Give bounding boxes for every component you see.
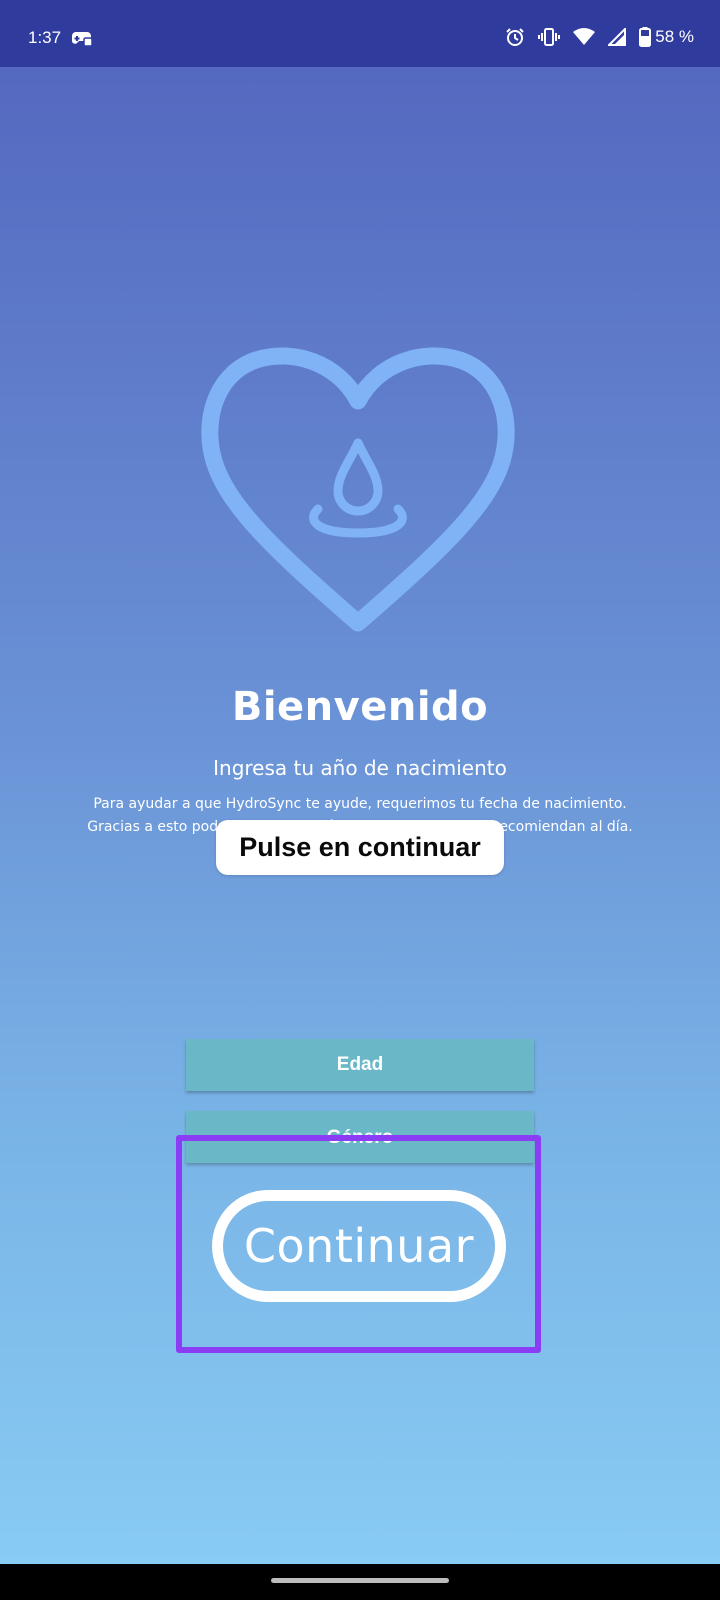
welcome-title: Bienvenido <box>231 684 489 730</box>
age-button[interactable]: Edad <box>186 1039 534 1091</box>
alarm-icon <box>505 27 525 47</box>
home-gesture-handle[interactable] <box>271 1578 449 1583</box>
vibrate-icon <box>538 27 561 47</box>
battery-icon <box>639 27 652 47</box>
game-controller-icon <box>71 29 93 52</box>
battery-percent: 58 % <box>655 27 694 46</box>
signal-icon <box>608 28 627 46</box>
instruction-tooltip: Pulse en continuar <box>216 820 504 875</box>
continue-button[interactable]: Continuar <box>212 1190 506 1302</box>
description-line: Para ayudar a que HydroSync te ayude, re… <box>93 796 627 812</box>
heart-water-drop-icon <box>198 343 528 647</box>
welcome-subtitle: Ingresa tu año de nacimiento <box>213 756 507 780</box>
wifi-icon <box>573 28 596 46</box>
status-time: 1:37 <box>28 28 62 47</box>
status-icons: 58 % <box>505 27 694 47</box>
status-bar: 1:37 58 % <box>0 0 720 67</box>
